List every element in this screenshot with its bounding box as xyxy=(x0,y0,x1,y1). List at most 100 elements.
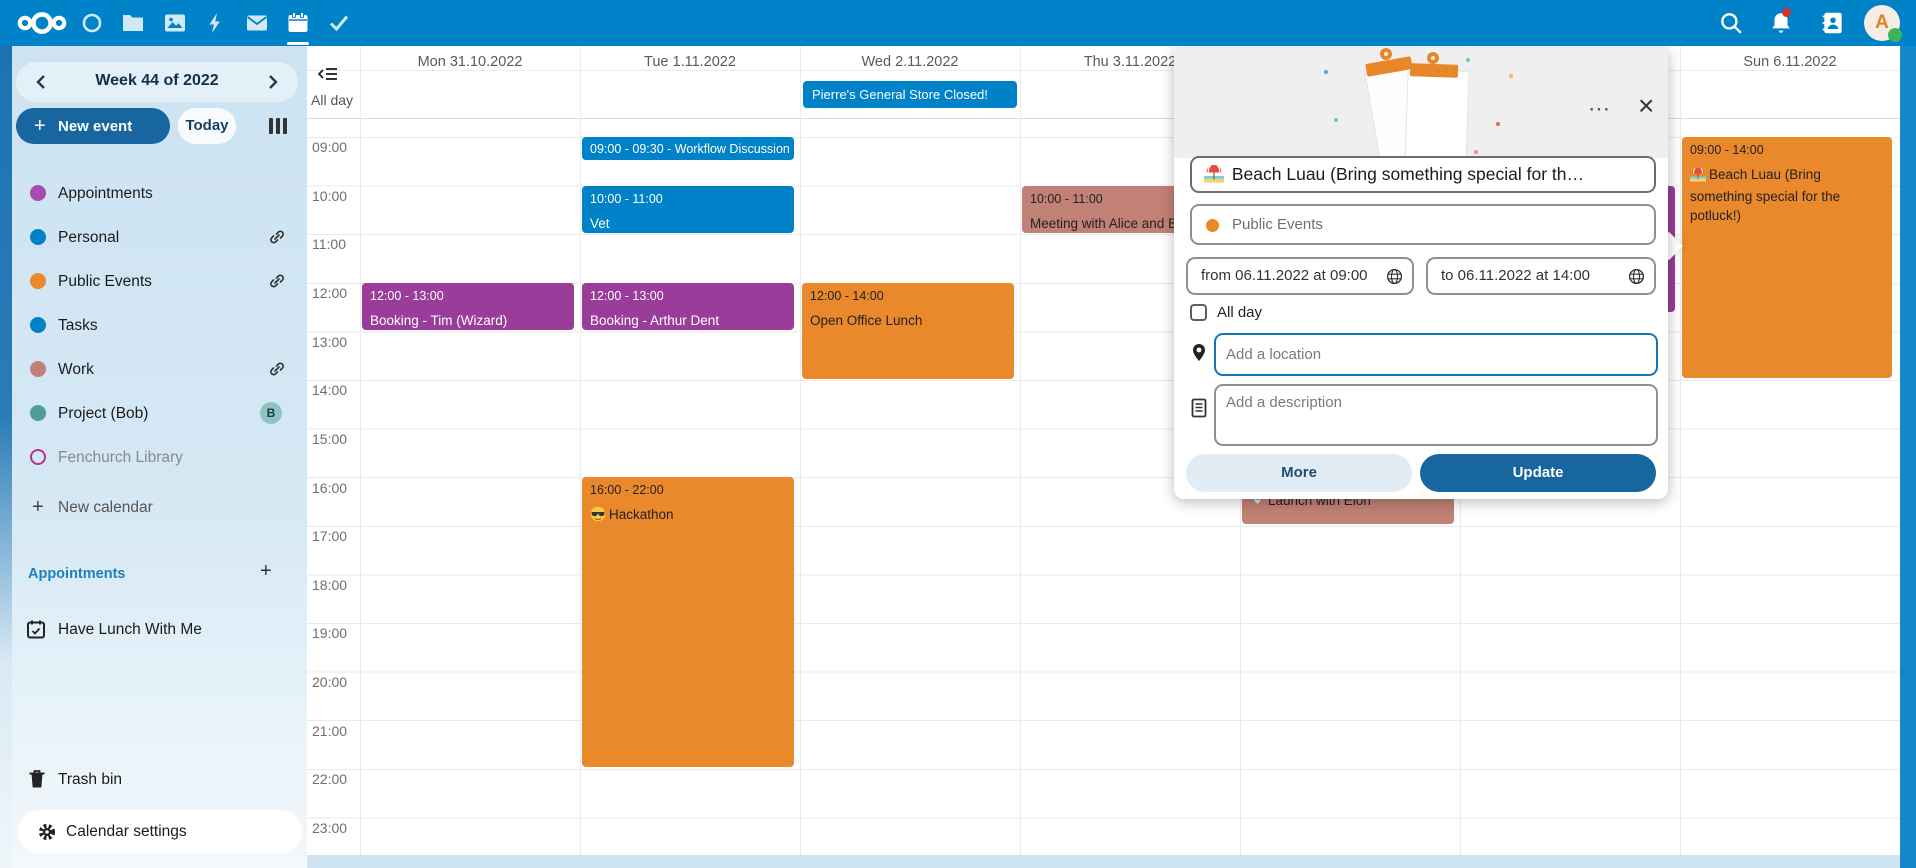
app-activity-icon[interactable] xyxy=(204,11,228,35)
calendar-name: Public Events xyxy=(58,273,152,291)
close-icon[interactable]: × xyxy=(1638,90,1654,122)
event-time: 09:00 - 14:00 xyxy=(1690,143,1884,157)
popup-more-actions-icon[interactable]: ⋯ xyxy=(1588,96,1612,122)
time-label: 21:00 xyxy=(312,723,347,739)
event-vet[interactable]: 10:00 - 11:00 Vet xyxy=(582,186,794,233)
calendar-picker[interactable]: Public Events xyxy=(1190,204,1656,245)
event-title-field[interactable]: Beach Luau (Bring something special for … xyxy=(1190,156,1656,193)
allday-checkbox[interactable] xyxy=(1190,304,1207,321)
event-hackathon[interactable]: 16:00 - 22:00 Hackathon xyxy=(582,477,794,767)
share-link-icon[interactable] xyxy=(268,272,286,290)
calendar-color-dot xyxy=(30,185,46,201)
event-booking-tim[interactable]: 12:00 - 13:00 Booking - Tim (Wizard) xyxy=(362,283,574,330)
day-header-wed[interactable]: Wed 2.11.2022 xyxy=(800,54,1020,70)
location-input-wrapper xyxy=(1214,333,1658,376)
calendar-color-dot xyxy=(30,405,46,421)
app-dashboard-icon[interactable] xyxy=(80,11,104,35)
sidebar-item-fenchurch-library[interactable]: Fenchurch Library xyxy=(12,446,307,486)
online-status-dot xyxy=(1888,28,1902,42)
start-date-field[interactable]: from 06.11.2022 at 09:00 xyxy=(1186,257,1414,295)
event-beach-luau[interactable]: 09:00 - 14:00 Beach Luau (Bring somethin… xyxy=(1682,137,1892,378)
event-open-office-lunch[interactable]: 12:00 - 14:00 Open Office Lunch xyxy=(802,283,1014,379)
time-label: 23:00 xyxy=(312,820,347,836)
sidebar-item-project-bob[interactable]: Project (Bob) B xyxy=(12,402,307,442)
sunglasses-emoji-icon xyxy=(590,506,606,527)
event-time: 10:00 - 11:00 xyxy=(590,192,786,206)
time-label: 12:00 xyxy=(312,285,347,301)
calendar-name: Appointments xyxy=(58,185,153,203)
sidebar-item-appointments-calendar[interactable]: Appointments xyxy=(12,182,307,222)
week-title[interactable]: Week 44 of 2022 xyxy=(16,72,298,90)
end-date-field[interactable]: to 06.11.2022 at 14:00 xyxy=(1426,257,1656,295)
event-time: 12:00 - 14:00 xyxy=(810,289,1006,303)
trash-icon xyxy=(28,769,46,789)
contacts-icon[interactable] xyxy=(1820,10,1846,36)
nextcloud-calendar-app: Mon 31.10.2022 Tue 1.11.2022 Wed 2.11.20… xyxy=(0,0,1916,868)
gridline xyxy=(580,46,581,855)
time-label: 22:00 xyxy=(312,771,347,787)
app-tasks-icon[interactable] xyxy=(327,11,351,35)
new-calendar-button[interactable]: + New calendar xyxy=(12,496,307,526)
today-button[interactable]: Today xyxy=(178,108,236,144)
update-button[interactable]: Update xyxy=(1420,454,1656,492)
day-header-mon[interactable]: Mon 31.10.2022 xyxy=(360,54,580,70)
app-files-icon[interactable] xyxy=(121,11,145,35)
app-photos-icon[interactable] xyxy=(163,11,187,35)
location-input[interactable] xyxy=(1216,335,1656,374)
beach-emoji-icon xyxy=(1690,166,1706,187)
event-title-value: Beach Luau (Bring something special for … xyxy=(1232,164,1584,184)
calendar-settings-button[interactable]: Calendar settings xyxy=(18,810,302,854)
add-appointment-config-button[interactable]: + xyxy=(260,560,272,583)
time-label: 14:00 xyxy=(312,382,347,398)
timezone-globe-icon[interactable] xyxy=(1386,268,1403,285)
calendar-picker-value: Public Events xyxy=(1232,216,1323,233)
next-week-button[interactable] xyxy=(260,70,284,94)
share-link-icon[interactable] xyxy=(268,228,286,246)
active-app-indicator xyxy=(287,42,309,45)
time-label: 09:00 xyxy=(312,139,347,155)
sidebar-item-tasks[interactable]: Tasks xyxy=(12,314,307,354)
new-event-button[interactable]: + New event xyxy=(16,108,170,144)
plus-icon: + xyxy=(34,115,46,138)
vertical-scrollbar[interactable] xyxy=(1900,46,1916,868)
app-calendar-icon[interactable] xyxy=(286,11,310,35)
trash-bin-button[interactable]: Trash bin xyxy=(12,768,307,798)
appointment-config-label: Have Lunch With Me xyxy=(58,621,202,639)
calendar-color-dot xyxy=(30,317,46,333)
sidebar-item-public-events[interactable]: Public Events xyxy=(12,270,307,310)
appointment-config-have-lunch[interactable]: Have Lunch With Me xyxy=(12,618,307,648)
collapse-timegrid-icon[interactable] xyxy=(318,66,338,82)
share-link-icon[interactable] xyxy=(268,360,286,378)
new-event-label: New event xyxy=(58,118,132,135)
sidebar-item-work[interactable]: Work xyxy=(12,358,307,398)
allday-event-pierres-store[interactable]: Pierre's General Store Closed! xyxy=(803,81,1017,108)
search-icon[interactable] xyxy=(1718,10,1744,36)
event-workflow-discussion[interactable]: 09:00 - 09:30 - Workflow Discussion xyxy=(582,137,794,160)
day-header-tue[interactable]: Tue 1.11.2022 xyxy=(580,54,800,70)
day-header-sun[interactable]: Sun 6.11.2022 xyxy=(1680,54,1900,70)
time-label: 11:00 xyxy=(312,236,346,252)
event-title: Booking - Arthur Dent xyxy=(590,311,786,330)
calendar-color-dot xyxy=(1206,219,1219,232)
appointments-section-title: Appointments xyxy=(28,566,125,582)
time-label: 20:00 xyxy=(312,674,347,690)
calendar-name: Fenchurch Library xyxy=(58,449,183,467)
week-view-toggle-icon[interactable] xyxy=(268,116,288,136)
more-button[interactable]: More xyxy=(1186,454,1412,492)
sidebar-item-personal[interactable]: Personal xyxy=(12,226,307,266)
notification-badge xyxy=(1782,8,1791,17)
start-date-value: from 06.11.2022 at 09:00 xyxy=(1201,267,1368,284)
trash-bin-label: Trash bin xyxy=(58,771,122,789)
event-booking-arthur[interactable]: 12:00 - 13:00 Booking - Arthur Dent xyxy=(582,283,794,330)
nextcloud-logo[interactable] xyxy=(16,7,68,39)
event-title: Vet xyxy=(590,214,786,233)
description-input[interactable] xyxy=(1216,386,1656,444)
gridline xyxy=(1680,46,1681,855)
gridline xyxy=(360,46,361,855)
plus-icon: + xyxy=(32,496,44,519)
description-input-wrapper xyxy=(1214,384,1658,446)
timezone-globe-icon[interactable] xyxy=(1628,268,1645,285)
time-label: 18:00 xyxy=(312,577,347,593)
calendar-settings-label: Calendar settings xyxy=(66,823,187,841)
app-mail-icon[interactable] xyxy=(245,11,269,35)
